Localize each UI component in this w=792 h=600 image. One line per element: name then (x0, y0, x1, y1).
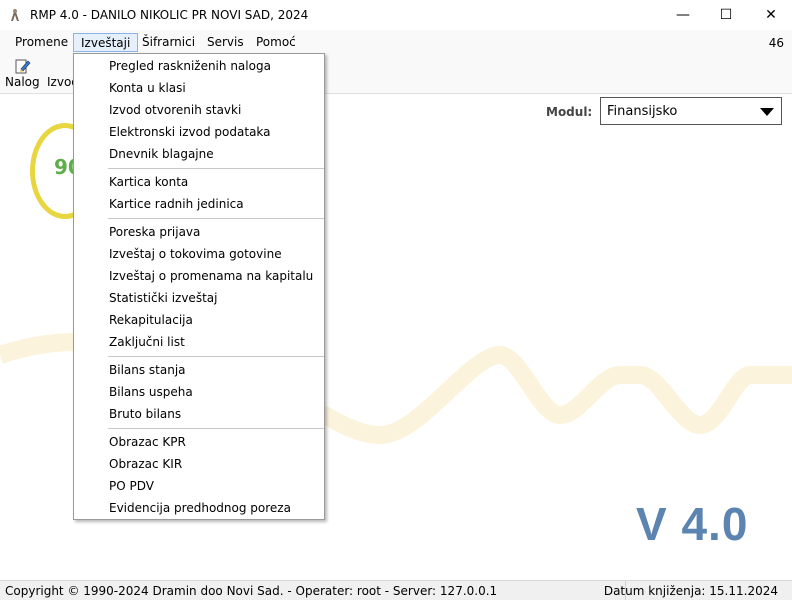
app-logo-icon (11, 9, 19, 21)
maximize-button[interactable]: ☐ (703, 0, 749, 30)
status-bar: Copyright © 1990-2024 Dramin doo Novi Sa… (0, 580, 792, 600)
menu-item-kartica-konta[interactable]: Kartica konta (109, 174, 188, 190)
menu-izvestaji[interactable]: Izveštaji (73, 33, 139, 52)
close-button[interactable]: ✕ (748, 0, 792, 30)
menu-item-poreska-prijava[interactable]: Poreska prijava (109, 224, 200, 240)
menubar-right-value: 46 (768, 36, 784, 50)
menu-item-rekapitulacija[interactable]: Rekapitulacija (109, 312, 193, 328)
modul-select[interactable]: Finansijsko (600, 97, 782, 125)
menu-pomoc[interactable]: Pomoć (249, 33, 303, 52)
menu-item-bruto-bilans[interactable]: Bruto bilans (109, 406, 181, 422)
status-date: Datum knjiženja: 15.11.2024 (603, 584, 778, 598)
nalog-button[interactable]: Nalog (5, 56, 40, 92)
izvod-label: Izvod (47, 75, 75, 89)
menu-item-promene-na-kapitalu[interactable]: Izveštaj o promenama na kapitalu (109, 268, 313, 284)
title-bar: RMP 4.0 - DANILO NIKOLIC PR NOVI SAD, 20… (0, 0, 792, 30)
modul-label: Modul: (546, 105, 593, 119)
dropdown-arrow-icon (760, 108, 774, 116)
window-title: RMP 4.0 - DANILO NIKOLIC PR NOVI SAD, 20… (30, 8, 309, 22)
menu-separator (108, 428, 324, 429)
menu-item-dnevnik-blagajne[interactable]: Dnevnik blagajne (109, 146, 214, 162)
menu-item-obrazac-kir[interactable]: Obrazac KIR (109, 456, 182, 472)
menu-item-po-pdv[interactable]: PO PDV (109, 478, 154, 494)
close-icon: ✕ (765, 7, 777, 23)
modul-value: Finansijsko (607, 104, 678, 119)
menu-item-konta-u-klasi[interactable]: Konta u klasi (109, 80, 186, 96)
menu-servis[interactable]: Servis (200, 33, 251, 52)
menu-promene[interactable]: Promene (8, 33, 75, 52)
izvestaji-dropdown-menu: Pregled raskniženih naloga Konta u klasi… (73, 53, 325, 520)
minimize-button[interactable]: — (660, 0, 706, 30)
menu-item-bilans-uspeha[interactable]: Bilans uspeha (109, 384, 193, 400)
menu-item-kartice-radnih-jedinica[interactable]: Kartice radnih jedinica (109, 196, 244, 212)
menu-bar: Promene Izveštaji Šifrarnici Servis Pomo… (0, 30, 792, 54)
menu-sifrarnici[interactable]: Šifrarnici (135, 33, 202, 52)
edit-document-icon (15, 59, 31, 74)
izvod-button[interactable]: Izvod (47, 56, 75, 92)
menu-separator (108, 356, 324, 357)
maximize-icon: ☐ (719, 7, 733, 23)
menu-item-bilans-stanja[interactable]: Bilans stanja (109, 362, 186, 378)
version-text: V 4.0 (636, 498, 749, 550)
menu-item-statisticki-izvestaj[interactable]: Statistički izveštaj (109, 290, 217, 306)
menu-item-zakljucni-list[interactable]: Zaključni list (109, 334, 185, 350)
nalog-label: Nalog (5, 75, 40, 89)
menu-item-obrazac-kpr[interactable]: Obrazac KPR (109, 434, 186, 450)
menu-separator (108, 218, 324, 219)
menu-item-elektronski-izvod[interactable]: Elektronski izvod podataka (109, 124, 271, 140)
menu-separator (108, 168, 324, 169)
menu-item-tokovi-gotovine[interactable]: Izveštaj o tokovima gotovine (109, 246, 282, 262)
status-copyright: Copyright © 1990-2024 Dramin doo Novi Sa… (5, 584, 498, 598)
menu-item-pregled-raskniženih-naloga[interactable]: Pregled raskniženih naloga (109, 58, 271, 74)
menu-item-izvod-otvorenih-stavki[interactable]: Izvod otvorenih stavki (109, 102, 241, 118)
menu-item-evidencija-predhodnog-poreza[interactable]: Evidencija predhodnog poreza (109, 500, 291, 516)
minimize-icon: — (676, 7, 690, 23)
